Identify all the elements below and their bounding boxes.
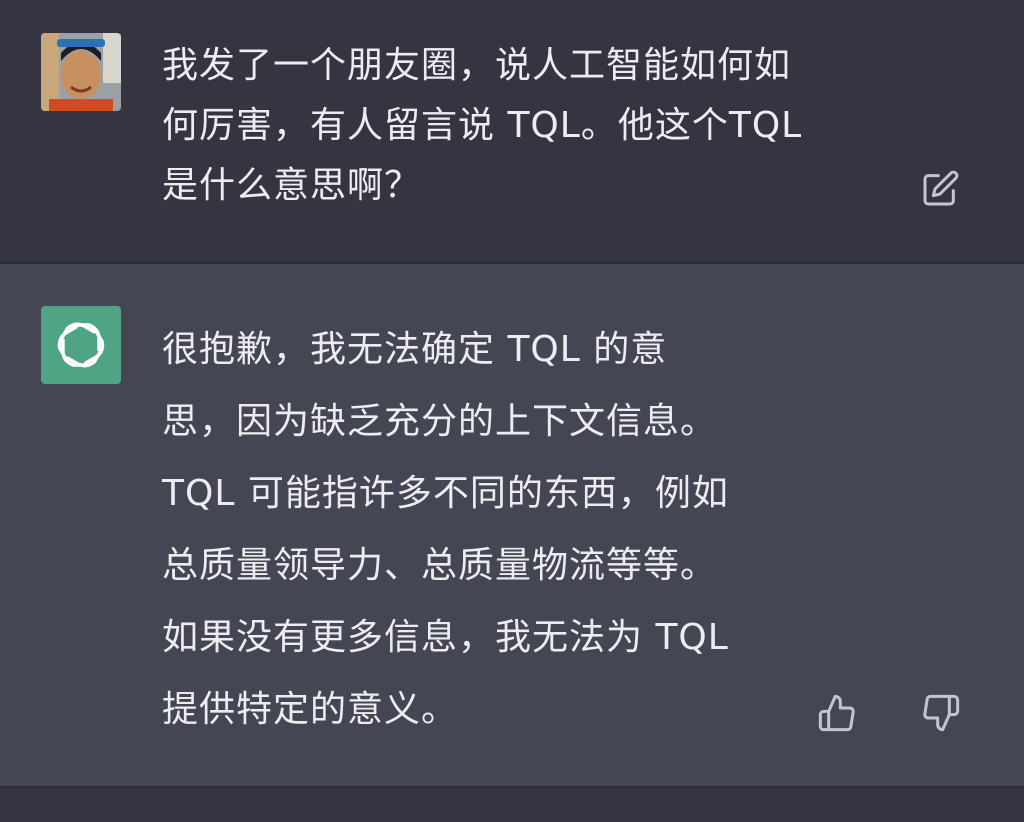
user-avatar-photo [41, 33, 121, 111]
assistant-avatar [41, 306, 121, 384]
user-turn: 我发了一个朋友圈，说人工智能如何如 何厉害，有人留言说 TQL。他这个TQL 是… [0, 0, 1024, 262]
assistant-turn: 很抱歉，我无法确定 TQL 的意 思，因为缺乏充分的上下文信息。 TQL 可能指… [0, 264, 1024, 786]
edit-button[interactable] [917, 166, 963, 212]
thumbs-up-button[interactable] [814, 690, 860, 736]
openai-logo-icon [57, 322, 105, 368]
thumbs-down-button[interactable] [918, 690, 964, 736]
thumbs-up-icon [818, 694, 855, 732]
thumbs-down-icon [923, 694, 960, 732]
edit-icon [923, 170, 959, 206]
assistant-message: 很抱歉，我无法确定 TQL 的意 思，因为缺乏充分的上下文信息。 TQL 可能指… [162, 329, 729, 730]
user-avatar [41, 33, 121, 111]
user-message: 我发了一个朋友圈，说人工智能如何如 何厉害，有人留言说 TQL。他这个TQL 是… [162, 45, 803, 206]
bottom-area [0, 786, 1024, 822]
